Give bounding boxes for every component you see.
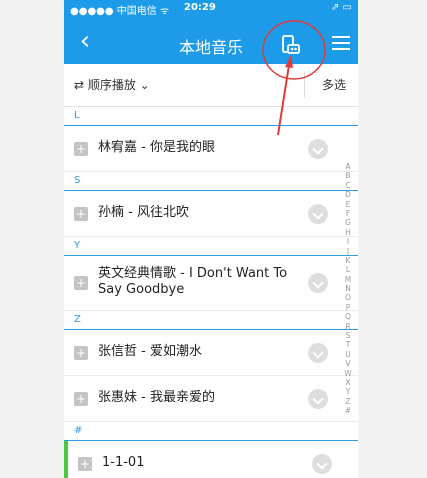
chevron-down-icon[interactable]: [308, 273, 328, 293]
index-letter[interactable]: E: [342, 200, 354, 209]
song-title: 英文经典情歌 - I Don't Want To Say Goodbye: [98, 266, 298, 298]
status-bar: ●●●●● 中国电信 ᯤ 20:29 ⇗ ▭: [64, 0, 358, 18]
index-letter[interactable]: G: [342, 218, 354, 227]
add-icon[interactable]: +: [74, 346, 88, 360]
index-letter[interactable]: B: [342, 171, 354, 180]
index-letter[interactable]: F: [342, 209, 354, 218]
song-row[interactable]: + 林宥嘉 - 你是我的眼: [64, 126, 358, 172]
multi-select-button[interactable]: 多选: [322, 76, 346, 93]
index-letter[interactable]: L: [342, 265, 354, 274]
song-title: 张信哲 - 爱如潮水: [98, 344, 202, 359]
carrier-signal: ●●●●● 中国电信 ᯤ: [70, 6, 170, 17]
index-letter[interactable]: W: [342, 369, 354, 378]
chevron-down-icon[interactable]: [308, 204, 328, 224]
index-letter[interactable]: M: [342, 275, 354, 284]
alphabet-index-bar[interactable]: A B C D E F G H I J K L M N O P Q R S T U V W X Y Z #: [342, 162, 354, 416]
app-header: ●●●●● 中国电信 ᯤ 20:29 ⇗ ▭ ‹ 本地音乐: [64, 0, 358, 64]
phone-screen: ●●●●● 中国电信 ᯤ 20:29 ⇗ ▭ ‹ 本地音乐 ⇄ 顺序播放 ⌄ 多…: [64, 0, 358, 478]
toolbar-divider: [304, 72, 305, 98]
section-header-s: S: [64, 172, 358, 191]
index-letter[interactable]: A: [342, 162, 354, 171]
index-letter[interactable]: D: [342, 190, 354, 199]
index-letter[interactable]: #: [342, 406, 354, 415]
index-letter[interactable]: T: [342, 340, 354, 349]
index-letter[interactable]: I: [342, 237, 354, 246]
index-letter[interactable]: Q: [342, 312, 354, 321]
index-letter[interactable]: V: [342, 359, 354, 368]
song-title: 林宥嘉 - 你是我的眼: [98, 140, 215, 155]
song-list: L + 林宥嘉 - 你是我的眼 S + 孙楠 - 风往北吹 Y + 英文经典情歌…: [64, 107, 358, 478]
index-letter[interactable]: J: [342, 247, 354, 256]
index-letter[interactable]: C: [342, 181, 354, 190]
menu-icon[interactable]: [332, 36, 350, 52]
page-title: 本地音乐: [178, 38, 243, 57]
index-letter[interactable]: U: [342, 350, 354, 359]
index-letter[interactable]: Z: [342, 397, 354, 406]
index-letter[interactable]: Y: [342, 387, 354, 396]
song-title: 张惠妹 - 我最亲爱的: [98, 390, 215, 405]
index-letter[interactable]: X: [342, 378, 354, 387]
index-letter[interactable]: N: [342, 284, 354, 293]
song-title: 1-1-01: [102, 455, 145, 470]
add-icon[interactable]: +: [74, 142, 88, 156]
song-title: 孙楠 - 风往北吹: [98, 205, 189, 220]
song-row[interactable]: + 张惠妹 - 我最亲爱的: [64, 376, 358, 422]
list-toolbar: ⇄ 顺序播放 ⌄ 多选: [64, 64, 358, 107]
index-letter[interactable]: K: [342, 256, 354, 265]
add-icon[interactable]: +: [78, 457, 92, 471]
add-icon[interactable]: +: [74, 392, 88, 406]
index-letter[interactable]: P: [342, 303, 354, 312]
song-title-line-1: 英文经典情歌 - I Don't Want To: [98, 266, 288, 281]
play-order-selector[interactable]: ⇄ 顺序播放 ⌄: [74, 76, 150, 93]
index-letter[interactable]: S: [342, 331, 354, 340]
index-letter[interactable]: R: [342, 322, 354, 331]
section-header-l: L: [64, 107, 358, 126]
speaker-device-icon[interactable]: [280, 34, 302, 56]
chevron-down-icon[interactable]: [308, 343, 328, 363]
index-letter[interactable]: H: [342, 228, 354, 237]
song-row[interactable]: + 英文经典情歌 - I Don't Want To Say Goodbye: [64, 256, 358, 311]
section-header-y: Y: [64, 237, 358, 256]
song-row[interactable]: + 张信哲 - 爱如潮水: [64, 330, 358, 376]
status-time: 20:29: [184, 2, 216, 13]
song-title-line-2: Say Goodbye: [98, 282, 185, 297]
add-icon[interactable]: +: [74, 276, 88, 290]
battery-icon: ⇗ ▭: [330, 2, 352, 13]
song-row-playing[interactable]: + 1-1-01: [64, 441, 358, 478]
add-icon[interactable]: +: [74, 207, 88, 221]
chevron-down-icon[interactable]: [308, 389, 328, 409]
chevron-down-icon[interactable]: [308, 139, 328, 159]
section-header-z: Z: [64, 311, 358, 330]
chevron-down-icon[interactable]: [312, 454, 332, 474]
index-letter[interactable]: O: [342, 293, 354, 302]
section-header-hash: #: [64, 422, 358, 441]
song-row[interactable]: + 孙楠 - 风往北吹: [64, 191, 358, 237]
